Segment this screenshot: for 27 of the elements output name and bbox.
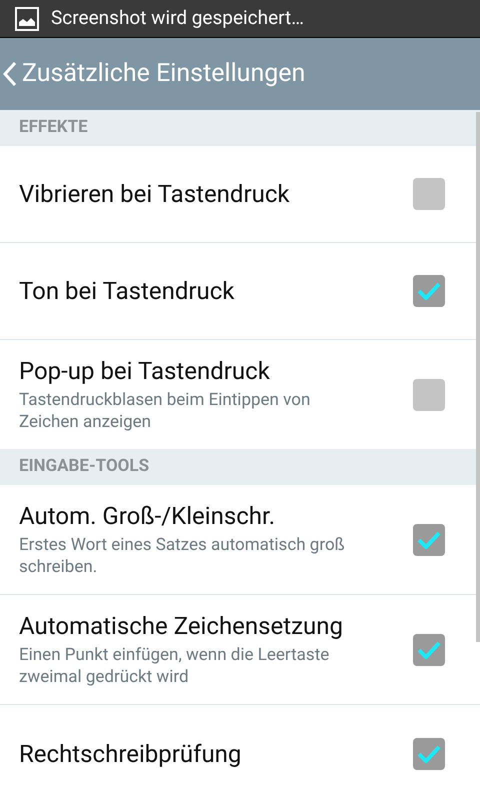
setting-title: Vibrieren bei Tastendruck [19, 179, 291, 209]
setting-title: Autom. Groß-/Kleinschr. [19, 501, 276, 531]
checkmark-icon [417, 744, 441, 762]
setting-description: Erstes Wort eines Satzes automatisch groß schreiben. [19, 534, 346, 578]
notification-text: Screenshot wird gespeichert… [51, 5, 304, 32]
setting-title: Rechtschreibprüfung [19, 738, 242, 768]
checkmark-icon [417, 530, 441, 548]
settings-row[interactable]: Rechtschreibprüfung [0, 705, 480, 800]
page-title: Zusätzliche Einstellungen [22, 58, 306, 90]
image-icon [15, 6, 39, 30]
setting-description: Einen Punkt einfügen, wenn die Leertaste zweimal gedrückt wird [19, 644, 330, 688]
checkbox[interactable] [413, 275, 445, 307]
checkmark-icon [417, 282, 441, 300]
checkbox[interactable] [413, 738, 445, 770]
setting-description: Tastendruckblasen beim Eintippen von Zeichen anzeigen [19, 389, 312, 433]
setting-title: Ton bei Tastendruck [19, 276, 236, 306]
settings-row[interactable]: Pop-up bei Tastendruck Tastendruckblasen beim Eintippen von Zeichen anzeigen [0, 340, 480, 449]
checkmark-icon [417, 640, 441, 658]
back-icon [2, 61, 18, 87]
checkbox[interactable] [413, 378, 445, 410]
setting-title: Pop-up bei Tastendruck [19, 356, 271, 386]
checkbox[interactable] [413, 178, 445, 210]
section-title: EFFEKTE [19, 116, 88, 140]
setting-title: Automatische Zeichensetzung [19, 611, 344, 641]
checkbox[interactable] [413, 524, 445, 556]
section-title: EINGABE-TOOLS [19, 455, 150, 478]
checkbox[interactable] [413, 634, 445, 666]
